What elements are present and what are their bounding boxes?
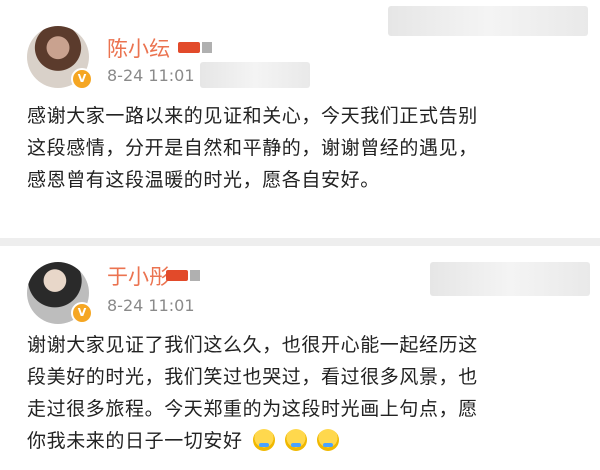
blurred-header [388, 6, 588, 36]
post-text-line: 这段感情，分开是自然和平静的，谢谢曾经的遇见， [27, 137, 478, 159]
post-text-line: 感谢大家一路以来的见证和关心，今天我们正式告别 [27, 105, 478, 127]
author-name[interactable]: 于小彤 [107, 261, 170, 291]
post-text-line: 感恩曾有这段温暖的时光，愿各自安好。 [27, 169, 380, 191]
post-text-line-last: 你我未来的日子一切安好 [27, 425, 587, 457]
emoji-icon [252, 428, 275, 451]
blurred-header [430, 262, 590, 296]
post-text-line: 走过很多旅程。今天郑重的为这段时光画上句点，愿 [27, 398, 478, 420]
post-text-line: 你我未来的日子一切安好 [27, 430, 243, 452]
verified-badge-icon: V [71, 68, 93, 90]
post-card: V 于小彤 8-24 11:01 谢谢大家见证了我们这么久，也很开心能一起经历这… [0, 246, 600, 470]
member-badge-icon [178, 42, 212, 53]
post-text: 感谢大家一路以来的见证和关心，今天我们正式告别 这段感情，分开是自然和平静的，谢… [27, 100, 587, 196]
post-text: 谢谢大家见证了我们这么久，也很开心能一起经历这 段美好的时光，我们笑过也哭过，看… [27, 329, 587, 457]
member-badge-icon [166, 270, 200, 281]
post-time: 8-24 11:01 [107, 296, 195, 315]
author-name[interactable]: 陈小纭 [107, 33, 170, 63]
post-card: V 陈小纭 8-24 11:01 感谢大家一路以来的见证和关心，今天我们正式告别… [0, 0, 600, 238]
verified-badge-icon: V [71, 302, 93, 324]
post-time: 8-24 11:01 [107, 66, 195, 85]
emoji-icon [284, 428, 307, 451]
blurred-source [200, 62, 310, 88]
emoji-icon [316, 428, 339, 451]
post-text-line: 谢谢大家见证了我们这么久，也很开心能一起经历这 [27, 334, 478, 356]
post-text-line: 段美好的时光，我们笑过也哭过，看过很多风景，也 [27, 366, 478, 388]
divider [0, 238, 600, 246]
